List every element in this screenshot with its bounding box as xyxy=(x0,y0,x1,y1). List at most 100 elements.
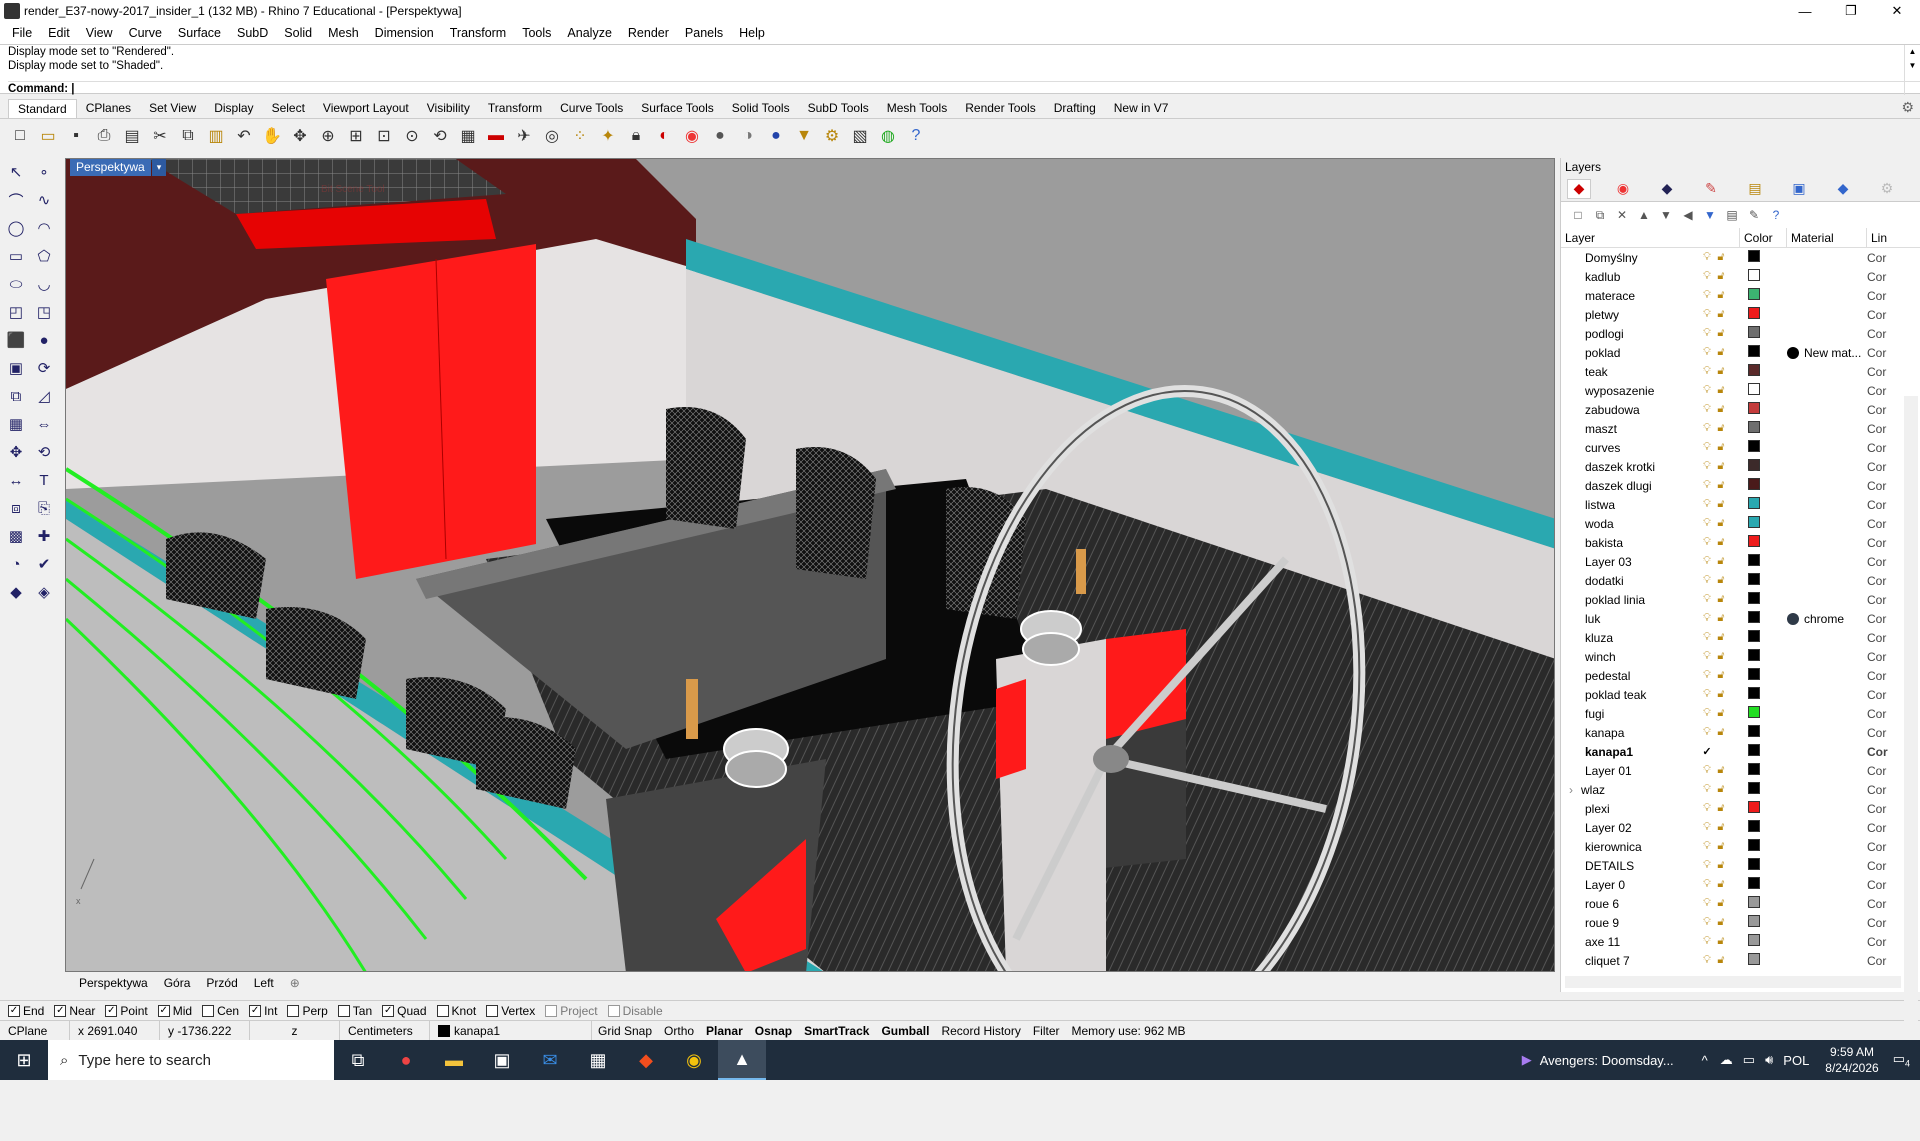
toolbar-tab-display[interactable]: Display xyxy=(205,99,262,117)
onedrive-icon[interactable]: ☁ xyxy=(1720,1052,1733,1068)
layers-tab-icon[interactable]: ◆ xyxy=(1567,178,1591,199)
layer-color-cell[interactable] xyxy=(1740,326,1787,341)
lock-icon[interactable]: 🔒︎ xyxy=(624,124,648,148)
transform-icon[interactable]: ⇔ xyxy=(32,412,56,436)
visibility-bulb-icon[interactable]: 💡︎ xyxy=(1700,479,1714,492)
media-icon[interactable]: ▶ xyxy=(1522,1052,1532,1068)
rectangle-icon[interactable]: ▭ xyxy=(4,244,28,268)
notifications-icon[interactable]: ▭4 xyxy=(1893,1051,1910,1069)
open-icon[interactable]: ▭ xyxy=(36,124,60,148)
osnap-checkbox[interactable] xyxy=(607,1004,620,1017)
lock-open-icon[interactable]: 🔓︎ xyxy=(1714,954,1728,967)
layer-row[interactable]: Layer 0 💡︎ 🔓︎ Cor xyxy=(1561,875,1920,894)
toolbar-tab-subd-tools[interactable]: SubD Tools xyxy=(799,99,878,117)
layer-color-cell[interactable] xyxy=(1740,763,1787,778)
layer-row[interactable]: maszt 💡︎ 🔓︎ Cor xyxy=(1561,419,1920,438)
lock-open-icon[interactable]: 🔓︎ xyxy=(1714,840,1728,853)
viewport-perspective[interactable]: Perspektywa ▾ x Bit Scene Tool xyxy=(65,158,1555,972)
layer-row[interactable]: fugi 💡︎ 🔓︎ Cor xyxy=(1561,704,1920,723)
layer-name[interactable]: Layer 03 xyxy=(1561,555,1696,569)
lock-open-icon[interactable]: 🔓︎ xyxy=(1714,365,1728,378)
toolbar-tab-render-tools[interactable]: Render Tools xyxy=(956,99,1045,117)
layer-linetype[interactable]: Cor xyxy=(1867,612,1892,626)
status-pane-record-history[interactable]: Record History xyxy=(935,1024,1026,1038)
osnap-disable[interactable]: Disable xyxy=(607,1004,663,1018)
clock[interactable]: 9:59 AM 8/24/2026 xyxy=(1815,1044,1888,1076)
layer-row[interactable]: roue 9 💡︎ 🔓︎ Cor xyxy=(1561,913,1920,932)
layer-row[interactable]: poklad linia 💡︎ 🔓︎ Cor xyxy=(1561,590,1920,609)
layer-row[interactable]: › wlaz 💡︎ 🔓︎ Cor xyxy=(1561,780,1920,799)
layer-color-cell[interactable] xyxy=(1740,383,1787,398)
layer-linetype[interactable]: Cor xyxy=(1867,878,1892,892)
sphere-icon[interactable]: ● xyxy=(32,328,56,352)
col-material[interactable]: Material xyxy=(1787,227,1867,248)
cplane-label[interactable]: CPlane xyxy=(0,1020,70,1041)
osnap-point[interactable]: ✓ Point xyxy=(105,1004,148,1018)
cut-icon[interactable]: ✂ xyxy=(148,124,172,148)
viewport-menu-arrow[interactable]: ▾ xyxy=(152,159,166,176)
array-icon[interactable]: ▩ xyxy=(4,524,28,548)
app-icon-1[interactable]: ● xyxy=(382,1040,430,1080)
layer-row[interactable]: kierownica 💡︎ 🔓︎ Cor xyxy=(1561,837,1920,856)
layer-material[interactable]: New mat... xyxy=(1787,346,1867,360)
layer-row[interactable]: plexi 💡︎ 🔓︎ Cor xyxy=(1561,799,1920,818)
libraries-tab-icon[interactable]: ▣ xyxy=(1787,179,1811,199)
layer-row[interactable]: pletwy 💡︎ 🔓︎ Cor xyxy=(1561,305,1920,324)
layer-name[interactable]: curves xyxy=(1561,441,1696,455)
layer-row[interactable]: DETAILS 💡︎ 🔓︎ Cor xyxy=(1561,856,1920,875)
layer-row[interactable]: poklad 💡︎ 🔓︎ New mat... Cor xyxy=(1561,343,1920,362)
lock-open-icon[interactable]: 🔓︎ xyxy=(1714,821,1728,834)
layer-linetype[interactable]: Cor xyxy=(1867,270,1892,284)
layer-color-cell[interactable] xyxy=(1740,497,1787,512)
file-explorer-icon[interactable]: ▬ xyxy=(430,1040,478,1080)
layer-name[interactable]: woda xyxy=(1561,517,1696,531)
osnap-mid[interactable]: ✓ Mid xyxy=(157,1004,192,1018)
layer-color-cell[interactable] xyxy=(1740,744,1787,759)
layer-linetype[interactable]: Cor xyxy=(1867,593,1892,607)
layer-material[interactable]: chrome xyxy=(1787,612,1867,626)
toolbar-tab-transform[interactable]: Transform xyxy=(479,99,551,117)
layer-name[interactable]: listwa xyxy=(1561,498,1696,512)
layer-color-cell[interactable] xyxy=(1740,858,1787,873)
layer-name[interactable]: winch xyxy=(1561,650,1696,664)
layers-horizontal-scrollbar[interactable] xyxy=(1565,976,1901,988)
toolbar-tab-select[interactable]: Select xyxy=(263,99,314,117)
print-icon[interactable]: ⎙ xyxy=(92,124,116,148)
layer-row[interactable]: Layer 02 💡︎ 🔓︎ Cor xyxy=(1561,818,1920,837)
expand-chevron-icon[interactable]: › xyxy=(1569,783,1573,797)
visibility-bulb-icon[interactable]: 💡︎ xyxy=(1700,289,1714,302)
windows-start-icon[interactable]: ⊞ xyxy=(0,1040,48,1080)
layer-row[interactable]: kluza 💡︎ 🔓︎ Cor xyxy=(1561,628,1920,647)
layer-color-cell[interactable] xyxy=(1740,250,1787,265)
layer-name[interactable]: poklad xyxy=(1561,346,1696,360)
toolbar-tab-solid-tools[interactable]: Solid Tools xyxy=(723,99,799,117)
layer-name[interactable]: roue 6 xyxy=(1561,897,1696,911)
menu-solid[interactable]: Solid xyxy=(276,26,320,40)
lock-open-icon[interactable]: 🔓︎ xyxy=(1714,479,1728,492)
layer-name[interactable]: kierownica xyxy=(1561,840,1696,854)
menu-analyze[interactable]: Analyze xyxy=(559,26,619,40)
layer-row[interactable]: winch 💡︎ 🔓︎ Cor xyxy=(1561,647,1920,666)
render-tab-icon[interactable]: ✎ xyxy=(1699,179,1723,199)
layer-row[interactable]: kadlub 💡︎ 🔓︎ Cor xyxy=(1561,267,1920,286)
layer-row[interactable]: materace 💡︎ 🔓︎ Cor xyxy=(1561,286,1920,305)
rotate-view-icon[interactable]: ⟲ xyxy=(428,124,452,148)
fillet-icon[interactable]: ◿ xyxy=(32,384,56,408)
lock-open-icon[interactable]: 🔓︎ xyxy=(1714,688,1728,701)
layer-name[interactable]: poklad teak xyxy=(1561,688,1696,702)
filter-icon[interactable]: ▼ xyxy=(792,124,816,148)
layer-color-cell[interactable] xyxy=(1740,459,1787,474)
zoom-extents-icon[interactable]: ⊡ xyxy=(372,124,396,148)
new-icon[interactable]: □ xyxy=(8,124,32,148)
boolean-icon[interactable]: ⧉ xyxy=(4,384,28,408)
layer-linetype[interactable]: Cor xyxy=(1867,365,1892,379)
units-label[interactable]: Centimeters xyxy=(340,1020,430,1041)
menu-edit[interactable]: Edit xyxy=(40,26,78,40)
files-tab-icon[interactable]: ▤ xyxy=(1743,179,1767,199)
layer-linetype[interactable]: Cor xyxy=(1867,346,1892,360)
lock-open-icon[interactable]: 🔓︎ xyxy=(1714,726,1728,739)
layer-color-cell[interactable] xyxy=(1740,421,1787,436)
layer-name[interactable]: luk xyxy=(1561,612,1696,626)
figma-icon[interactable]: ◆ xyxy=(622,1040,670,1080)
layer-row[interactable]: daszek krotki 💡︎ 🔓︎ Cor xyxy=(1561,457,1920,476)
